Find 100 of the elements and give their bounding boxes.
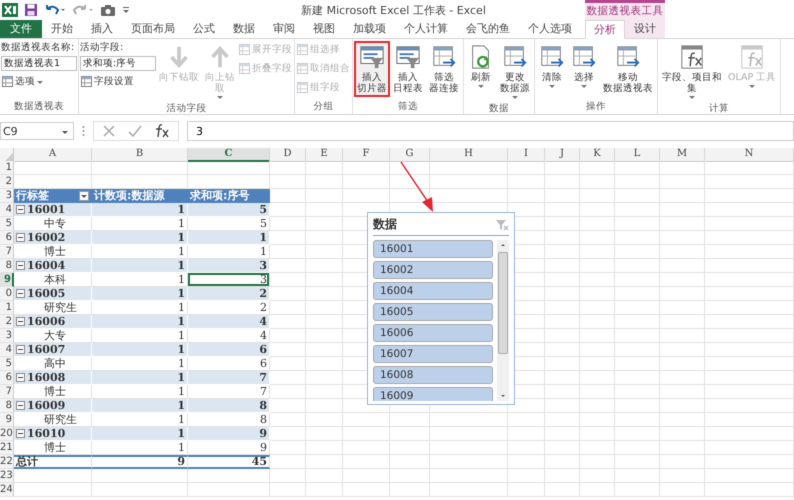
slicer-item[interactable]: 16008 [373, 366, 493, 384]
slicer-item[interactable]: 16009 [373, 387, 493, 401]
row-header[interactable]: 4 [0, 203, 14, 217]
ribbon-button[interactable]: 字段、项目和 集 [659, 41, 725, 102]
camera-icon[interactable] [100, 3, 116, 17]
slicer-item[interactable]: 16005 [373, 303, 493, 321]
ribbon-button[interactable]: 插入 切片器 [354, 41, 390, 97]
check-icon[interactable] [128, 124, 142, 138]
row-header[interactable]: 3 [0, 189, 14, 203]
slicer-item[interactable]: 16004 [373, 282, 493, 300]
slicer-item[interactable]: 16001 [373, 240, 493, 258]
row-header[interactable]: 1 [0, 161, 14, 175]
ribbon-button[interactable]: 清除 [536, 41, 568, 91]
row-header[interactable]: 21 [0, 441, 14, 455]
column-header[interactable]: C [188, 148, 270, 162]
ribbon-button[interactable]: 筛选 器连接 [426, 41, 462, 97]
ribbon-tab[interactable]: 视图 [304, 20, 344, 38]
ribbon-tab[interactable]: 个人选项 [519, 20, 581, 38]
ribbon-tab[interactable]: 审阅 [264, 20, 304, 38]
column-header[interactable]: H [430, 148, 508, 162]
row-header[interactable]: 4 [0, 343, 14, 357]
ribbon-button[interactable]: 移动 数据透视表 [600, 41, 656, 97]
column-header[interactable]: K [580, 148, 615, 162]
slicer-item[interactable]: 16002 [373, 261, 493, 279]
ribbon-button[interactable]: 更改 数据源 [497, 41, 533, 102]
column-header[interactable]: B [92, 148, 188, 162]
ribbon-tab[interactable]: 页面布局 [122, 20, 184, 38]
collapse-icon[interactable] [16, 373, 25, 382]
row-header[interactable]: 6 [0, 231, 14, 245]
ribbon-tab[interactable]: 个人计算 [395, 20, 457, 38]
row-header[interactable]: 5 [0, 217, 14, 231]
ribbon-tab[interactable]: 公式 [184, 20, 224, 38]
ribbon-button[interactable]: 插入 日程表 [390, 41, 426, 97]
ribbon-button[interactable]: 刷新 [465, 41, 497, 91]
row-header[interactable]: 9 [0, 413, 14, 427]
row-header[interactable]: 8 [0, 399, 14, 413]
ribbon-tab[interactable]: 开始 [42, 20, 82, 38]
row-header[interactable]: 9 [0, 273, 14, 287]
collapse-icon[interactable] [16, 261, 25, 270]
ribbon-button[interactable]: 选项 [1, 73, 77, 90]
row-header[interactable]: 7 [0, 385, 14, 399]
row-header[interactable]: 5 [0, 357, 14, 371]
row-label: 16010 [27, 427, 66, 440]
ribbon-tab[interactable]: 会飞的鱼 [457, 20, 519, 38]
ribbon-tab[interactable]: 加载项 [344, 20, 395, 38]
row-header[interactable]: 6 [0, 371, 14, 385]
row-header[interactable]: 3 [0, 329, 14, 343]
ribbon-tab[interactable]: 插入 [82, 20, 122, 38]
table-icon [502, 44, 528, 70]
ribbon-tab[interactable]: 设计 [625, 20, 665, 38]
row-header[interactable]: 22 [0, 455, 14, 469]
slicer-item[interactable]: 16007 [373, 345, 493, 363]
collapse-icon[interactable] [16, 401, 25, 410]
row-header[interactable]: 20 [0, 427, 14, 441]
filter-dropdown-button[interactable] [79, 190, 89, 200]
ribbon-tab[interactable]: 分析 [585, 20, 625, 39]
formula-input[interactable]: 3 [187, 121, 794, 141]
customize-caret-icon[interactable] [122, 5, 130, 15]
save-icon[interactable] [24, 3, 38, 17]
collapse-icon[interactable] [16, 317, 25, 326]
table-cell: 1 [188, 231, 270, 245]
row-header[interactable]: 2 [0, 175, 14, 189]
input-field[interactable]: 求和项:序号 [80, 56, 156, 71]
column-header[interactable]: F [343, 148, 390, 162]
column-header[interactable]: N [705, 148, 794, 162]
ribbon-tab[interactable]: 数据 [224, 20, 264, 38]
collapse-icon[interactable] [16, 233, 25, 242]
column-header[interactable]: G [390, 148, 430, 162]
ribbon-tab[interactable]: 文件 [0, 20, 42, 38]
column-header[interactable]: J [545, 148, 580, 162]
column-header[interactable]: I [508, 148, 545, 162]
table-cell: 3 [188, 259, 270, 273]
row-header[interactable]: 8 [0, 259, 14, 273]
ribbon-button[interactable]: 字段设置 [80, 73, 156, 90]
row-header[interactable]: 1 [0, 301, 14, 315]
row-header[interactable]: 24 [0, 483, 14, 497]
ribbon-button[interactable]: 选择 [568, 41, 600, 91]
collapse-icon[interactable] [16, 289, 25, 298]
column-header[interactable]: A [14, 148, 92, 162]
scrollbar[interactable] [497, 240, 509, 401]
column-header[interactable]: L [615, 148, 660, 162]
table-cell: 7 [188, 371, 270, 385]
slicer-item[interactable]: 16006 [373, 324, 493, 342]
column-header[interactable]: E [306, 148, 343, 162]
collapse-icon[interactable] [16, 205, 25, 214]
column-header[interactable]: D [270, 148, 306, 162]
row-header[interactable]: 23 [0, 469, 14, 483]
table-cell: 4 [188, 315, 270, 329]
scroll-down-icon[interactable] [499, 393, 507, 399]
row-header[interactable]: 2 [0, 315, 14, 329]
name-box[interactable]: C9 [0, 122, 74, 140]
undo-icon[interactable] [44, 3, 66, 17]
row-header[interactable]: 7 [0, 245, 14, 259]
column-header[interactable]: M [660, 148, 705, 162]
row-header[interactable]: 0 [0, 287, 14, 301]
input-field[interactable]: 数据透视表1 [1, 56, 77, 71]
scroll-up-icon[interactable] [499, 242, 507, 248]
collapse-icon[interactable] [16, 429, 25, 438]
collapse-icon[interactable] [16, 345, 25, 354]
function-icon[interactable] [154, 124, 170, 138]
